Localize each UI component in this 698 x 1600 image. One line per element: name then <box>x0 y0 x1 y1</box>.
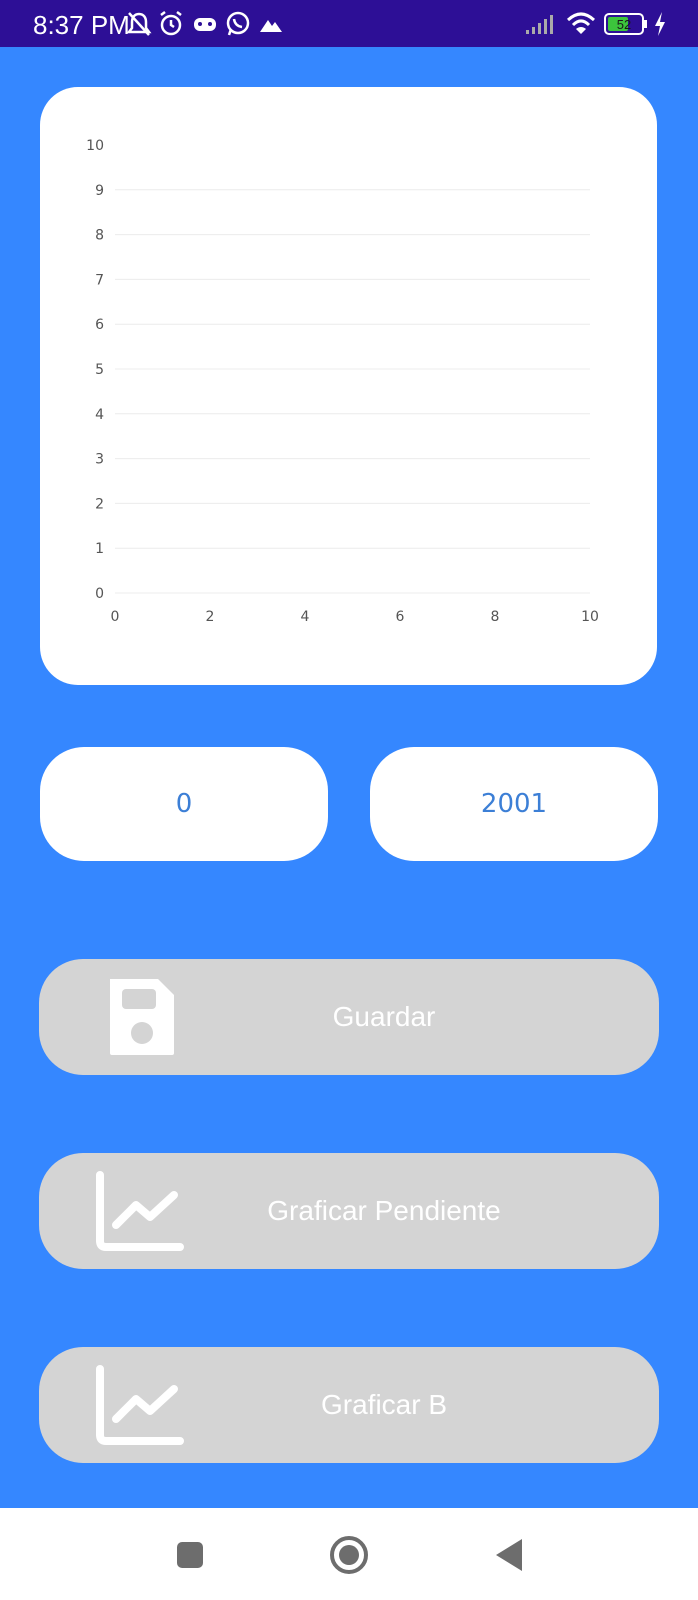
x-tick-label: 4 <box>301 609 310 625</box>
x-tick-label: 0 <box>111 609 120 625</box>
y-tick-label: 5 <box>95 362 104 378</box>
game-controller-icon <box>194 18 216 31</box>
home-icon[interactable] <box>329 1535 369 1575</box>
wifi-icon <box>566 12 596 34</box>
value-box-right[interactable]: 2001 <box>370 747 658 861</box>
alarm-off-icon <box>126 12 152 36</box>
save-label: Guardar <box>332 1001 436 1032</box>
whatsapp-icon <box>226 11 250 36</box>
x-tick-label: 2 <box>206 609 215 625</box>
mountain-icon <box>260 20 282 32</box>
y-tick-label: 8 <box>95 228 104 244</box>
alarm-icon <box>160 11 182 36</box>
battery-level: 52 <box>617 17 631 32</box>
status-bar: 8:37 PM 52 <box>0 0 698 47</box>
navigation-bar <box>0 1508 698 1600</box>
status-time: 8:37 PM <box>33 10 130 40</box>
chart-card: 0 1 2 3 4 5 6 7 8 9 10 0 2 4 6 8 10 <box>40 87 657 685</box>
graph-slope-button[interactable]: Graficar Pendiente <box>39 1153 659 1269</box>
save-button[interactable]: Guardar <box>39 959 659 1075</box>
signal-icon <box>526 15 553 34</box>
x-tick-label: 6 <box>396 609 405 625</box>
graph-slope-label: Graficar Pendiente <box>267 1195 501 1226</box>
y-tick-label: 0 <box>95 586 104 602</box>
line-chart: 0 1 2 3 4 5 6 7 8 9 10 0 2 4 6 8 10 <box>86 138 599 625</box>
graph-b-label: Graficar B <box>320 1389 448 1420</box>
recents-icon[interactable] <box>175 1540 205 1570</box>
x-tick-label: 10 <box>581 609 599 625</box>
y-tick-label: 3 <box>95 452 104 468</box>
y-tick-label: 4 <box>95 407 104 423</box>
graph-b-button[interactable]: Graficar B <box>39 1347 659 1463</box>
value-box-left[interactable]: 0 <box>40 747 328 861</box>
y-tick-label: 1 <box>95 541 104 557</box>
charging-icon <box>655 12 665 36</box>
y-tick-label: 6 <box>95 317 104 333</box>
x-tick-label: 8 <box>491 609 500 625</box>
value-right-text: 2001 <box>480 789 548 819</box>
y-tick-label: 2 <box>95 496 104 512</box>
y-tick-label: 10 <box>86 138 104 154</box>
battery-icon: 52 <box>604 13 647 35</box>
value-left-text: 0 <box>175 789 193 819</box>
y-tick-label: 9 <box>95 183 104 199</box>
back-icon[interactable] <box>492 1537 526 1573</box>
y-tick-label: 7 <box>95 272 104 288</box>
